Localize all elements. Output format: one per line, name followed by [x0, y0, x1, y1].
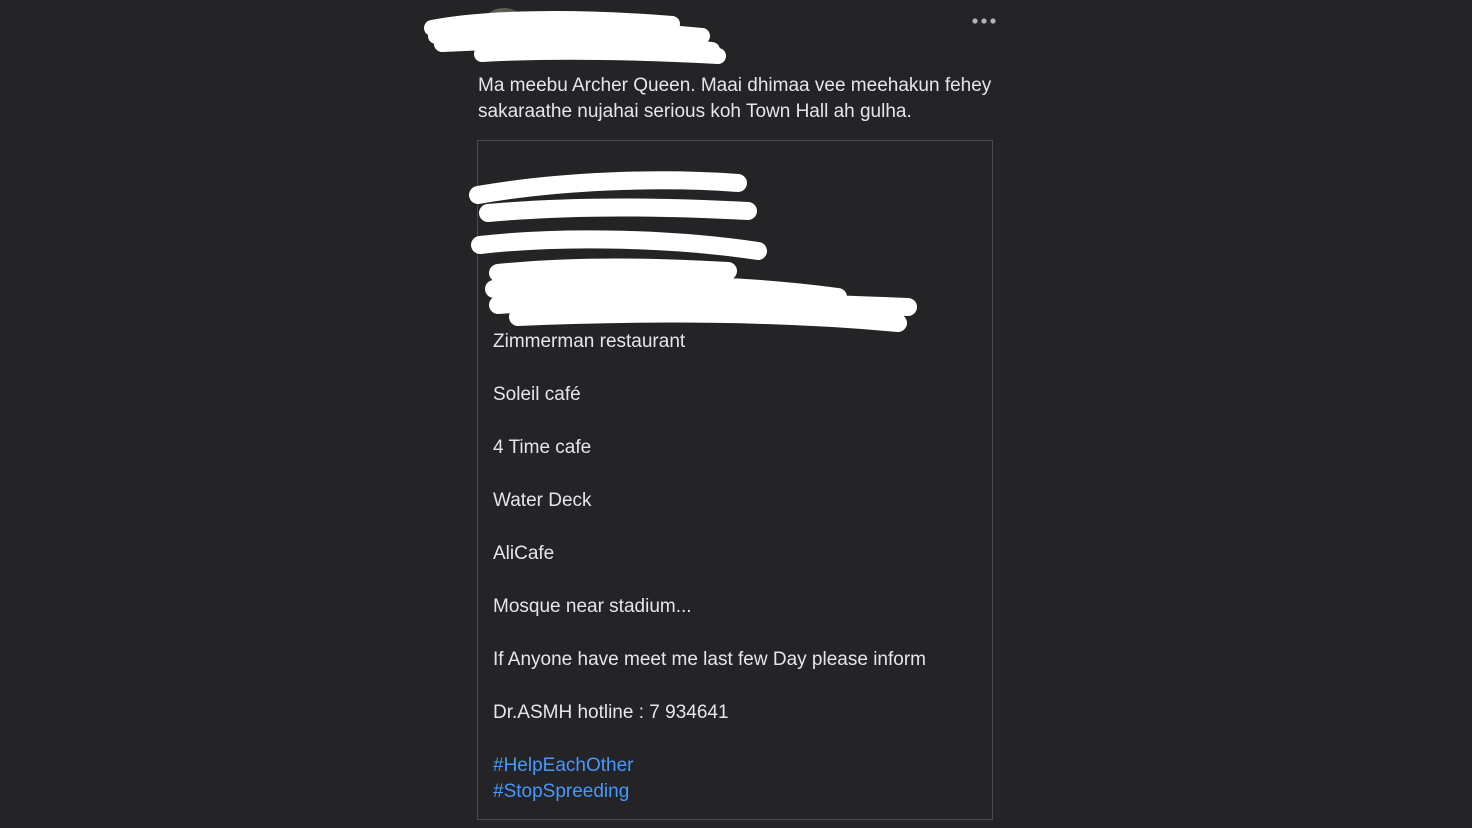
shared-post-card[interactable]: Zimmerman restaurant Soleil café 4 Time … — [469, 140, 993, 820]
redaction-scribble-shared — [469, 171, 917, 332]
post-caption: Ma meebu Archer Queen. Maai dhimaa vee m… — [478, 75, 992, 122]
post-timestamp[interactable]: 30 m — [542, 44, 575, 61]
list-item: Soleil café — [493, 384, 581, 405]
hashtag-helpeachother[interactable]: #HelpEachOther — [493, 753, 633, 779]
list-item: AliCafe — [493, 543, 555, 564]
more-options-button[interactable] — [970, 8, 998, 34]
feed-post: 30 m Ma meebu Archer Queen. Maai dhimaa … — [424, 0, 1008, 828]
hotline-text: Dr.ASMH hotline : 7 934641 — [493, 702, 729, 723]
more-horizontal-icon — [972, 18, 996, 24]
author-avatar[interactable] — [478, 8, 530, 60]
redaction-scribble — [424, 11, 726, 64]
list-item: If Anyone have meet me last few Day plea… — [493, 649, 926, 670]
list-item: 4 Time cafe — [493, 437, 592, 458]
list-item: Water Deck — [493, 490, 592, 511]
list-item: Zimmerman restaurant — [493, 331, 686, 352]
hashtag-stopspreeding[interactable]: #StopSpreeding — [493, 779, 633, 805]
shared-post-body: Zimmerman restaurant Soleil café 4 Time … — [493, 329, 983, 753]
hashtag-list: #HelpEachOther #StopSpreeding — [493, 753, 633, 805]
list-item: Mosque near stadium... — [493, 596, 692, 617]
